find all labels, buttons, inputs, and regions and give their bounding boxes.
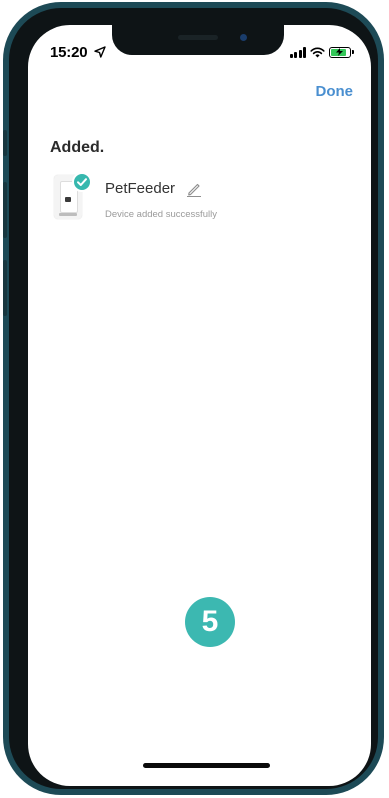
screen: 15:20 Done Added. PetFeeder Device added… xyxy=(28,25,371,786)
page-title: Added. xyxy=(50,139,105,156)
device-list-item: PetFeeder Device added successfully xyxy=(54,172,354,235)
check-icon xyxy=(72,172,92,192)
battery-charging-icon xyxy=(329,46,354,58)
pencil-icon[interactable] xyxy=(186,181,202,197)
home-indicator[interactable] xyxy=(143,763,270,768)
front-camera xyxy=(240,34,247,41)
signal-icon xyxy=(289,46,306,58)
volume-up-button xyxy=(3,182,7,238)
wifi-icon xyxy=(310,47,325,57)
status-time: 15:20 xyxy=(50,44,88,61)
notch xyxy=(112,25,284,55)
mute-switch xyxy=(3,130,7,156)
done-button[interactable]: Done xyxy=(316,83,354,100)
device-name: PetFeeder xyxy=(105,180,176,197)
volume-down-button xyxy=(3,260,7,316)
device-status-text: Device added successfully xyxy=(105,209,217,220)
phone-bezel: 15:20 Done Added. PetFeeder Device added… xyxy=(9,8,378,789)
speaker-grille xyxy=(178,35,218,40)
phone-frame: 15:20 Done Added. PetFeeder Device added… xyxy=(3,2,384,795)
step-number-badge: 5 xyxy=(185,597,235,647)
status-icons xyxy=(289,45,354,59)
location-arrow-icon xyxy=(94,46,106,58)
